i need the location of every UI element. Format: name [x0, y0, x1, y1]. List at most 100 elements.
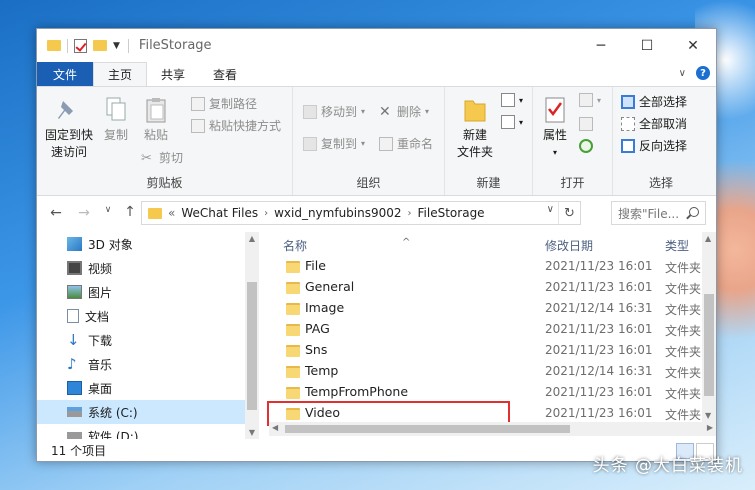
breadcrumb-wxid[interactable]: wxid_nymfubins9002 — [274, 206, 401, 220]
scroll-right-icon[interactable]: ▶ — [707, 423, 713, 432]
column-header-name[interactable]: 名称 — [283, 237, 307, 254]
pin-to-quick-access-button[interactable]: 固定到快 速访问 — [43, 95, 95, 161]
scroll-down-icon[interactable]: ▼ — [245, 428, 259, 437]
folder-icon — [286, 261, 300, 273]
list-item[interactable]: Sns 2021/11/23 16:01 文件夹 — [269, 340, 718, 361]
nav-item-videos[interactable]: 视频 — [37, 256, 259, 280]
forward-button[interactable]: → — [73, 205, 95, 221]
breadcrumb-wechat-files[interactable]: WeChat Files — [181, 206, 258, 220]
copy-button[interactable]: 复制 — [101, 95, 131, 144]
new-folder-icon[interactable] — [93, 40, 107, 51]
chevron-right-icon[interactable]: › — [264, 208, 268, 219]
nav-item-pictures[interactable]: 图片 — [37, 280, 259, 304]
rename-button[interactable]: 重命名 — [379, 135, 433, 152]
tab-share[interactable]: 共享 — [147, 62, 199, 86]
history-button[interactable] — [579, 139, 593, 153]
refresh-icon[interactable]: ↻ — [558, 202, 580, 224]
scroll-down-icon[interactable]: ▼ — [705, 411, 711, 420]
breadcrumb-filestorage[interactable]: FileStorage — [418, 206, 485, 220]
new-folder-button[interactable]: 新建 文件夹 — [453, 95, 497, 161]
copy-to-button[interactable]: 复制到 ▾ — [303, 135, 365, 152]
properties-button[interactable]: 属性 ▾ — [537, 95, 573, 161]
nav-item-label: 软件 (D:) — [88, 429, 139, 440]
file-name: General — [305, 279, 355, 294]
tab-view[interactable]: 查看 — [199, 62, 251, 86]
select-none-button[interactable]: 全部取消 — [621, 115, 687, 132]
list-item[interactable]: TempFromPhone 2021/11/23 16:01 文件夹 — [269, 382, 718, 403]
easy-access-button[interactable]: ▾ — [501, 115, 523, 129]
move-to-button[interactable]: 移动到 ▾ — [303, 103, 365, 120]
nav-item-downloads[interactable]: ↓ 下载 — [37, 328, 259, 352]
copy-path-button[interactable]: 复制路径 — [191, 95, 257, 112]
nav-item-desktop[interactable]: 桌面 — [37, 376, 259, 400]
column-header-row: ^ 名称 修改日期 类型 — [269, 232, 718, 256]
help-icon[interactable]: ? — [696, 66, 710, 80]
list-item[interactable]: Image 2021/12/14 16:31 文件夹 — [269, 298, 718, 319]
nav-item-music[interactable]: ♪ 音乐 — [37, 352, 259, 376]
edit-button[interactable] — [579, 117, 593, 131]
nav-item-label: 视频 — [88, 261, 113, 276]
address-bar[interactable]: « WeChat Files › wxid_nymfubins9002 › Fi… — [141, 201, 581, 225]
recent-locations-dropdown[interactable]: ∨ — [97, 205, 119, 215]
delete-button[interactable]: ✕ 删除 ▾ — [379, 103, 429, 120]
file-name: Image — [305, 300, 345, 315]
file-type: 文件夹 — [665, 303, 702, 317]
paste-shortcut-button[interactable]: 粘贴快捷方式 — [191, 117, 281, 134]
open-icon — [579, 93, 593, 107]
close-button[interactable]: ✕ — [670, 29, 716, 62]
delete-label: 删除 — [397, 105, 422, 119]
list-item[interactable]: PAG 2021/11/23 16:01 文件夹 — [269, 319, 718, 340]
scrollbar-thumb[interactable] — [704, 294, 714, 396]
documents-icon — [67, 309, 79, 323]
scrollbar-thumb[interactable] — [247, 282, 257, 410]
list-item[interactable]: General 2021/11/23 16:01 文件夹 — [269, 277, 718, 298]
file-list-horizontal-scrollbar[interactable]: ◀ ▶ — [269, 422, 716, 436]
address-overflow-chevron[interactable]: « — [168, 206, 175, 220]
file-type: 文件夹 — [665, 387, 702, 401]
select-all-button[interactable]: 全部选择 — [621, 93, 687, 110]
open-button[interactable]: ▾ — [579, 93, 601, 107]
tab-file[interactable]: 文件 — [37, 62, 94, 86]
pictures-icon — [67, 285, 82, 299]
list-item[interactable]: File 2021/11/23 16:01 文件夹 — [269, 256, 718, 277]
nav-item-drive-d[interactable]: 软件 (D:) — [37, 424, 259, 439]
scroll-left-icon[interactable]: ◀ — [272, 423, 278, 432]
new-folder-label-2: 文件夹 — [456, 145, 493, 159]
properties-check-icon[interactable] — [74, 38, 87, 53]
nav-pane-scrollbar[interactable]: ▲ ▼ — [245, 232, 259, 439]
new-item-button[interactable]: ▾ — [501, 93, 523, 107]
up-button[interactable]: ↑ — [119, 204, 141, 220]
chevron-right-icon[interactable]: › — [408, 208, 412, 219]
maximize-button[interactable]: ☐ — [624, 29, 670, 62]
address-dropdown-icon[interactable]: ∨ — [547, 204, 554, 215]
nav-item-drive-c[interactable]: 系统 (C:) — [37, 400, 259, 424]
new-group-label: 新建 — [476, 176, 501, 190]
pin-label: 固定到快 — [44, 128, 93, 142]
customize-dropdown-icon[interactable]: ▼ — [113, 41, 120, 51]
list-item[interactable]: Temp 2021/12/14 16:31 文件夹 — [269, 361, 718, 382]
scroll-up-icon[interactable]: ▲ — [705, 234, 711, 243]
scroll-up-icon[interactable]: ▲ — [245, 234, 259, 243]
file-list-vertical-scrollbar[interactable]: ▲ ▼ — [702, 232, 716, 422]
column-header-type[interactable]: 类型 — [665, 237, 689, 254]
search-box[interactable]: 搜索"File... — [611, 201, 706, 225]
copy-icon — [102, 95, 130, 125]
paste-label: 粘贴 — [143, 128, 168, 142]
nav-item-3d-objects[interactable]: 3D 对象 — [37, 232, 259, 256]
invert-selection-label: 反向选择 — [639, 139, 688, 153]
file-modified: 2021/12/14 16:31 — [545, 301, 653, 315]
pin-label-2: 速访问 — [50, 145, 87, 159]
invert-selection-button[interactable]: 反向选择 — [621, 137, 687, 154]
paste-button[interactable]: 粘贴 — [141, 95, 171, 144]
nav-item-documents[interactable]: 文档 — [37, 304, 259, 328]
scrollbar-thumb[interactable] — [285, 425, 570, 433]
paste-shortcut-label: 粘贴快捷方式 — [209, 119, 282, 133]
copy-path-label: 复制路径 — [209, 97, 258, 111]
column-header-modified[interactable]: 修改日期 — [545, 237, 593, 254]
cut-button[interactable]: ✂ 剪切 — [141, 149, 183, 166]
open-group: 属性 ▾ ▾ 打开 — [533, 87, 613, 195]
expand-ribbon-icon[interactable]: ∨ — [679, 68, 686, 79]
back-button[interactable]: ← — [45, 205, 67, 221]
tab-home[interactable]: 主页 — [93, 62, 148, 86]
minimize-button[interactable]: ─ — [578, 29, 624, 62]
